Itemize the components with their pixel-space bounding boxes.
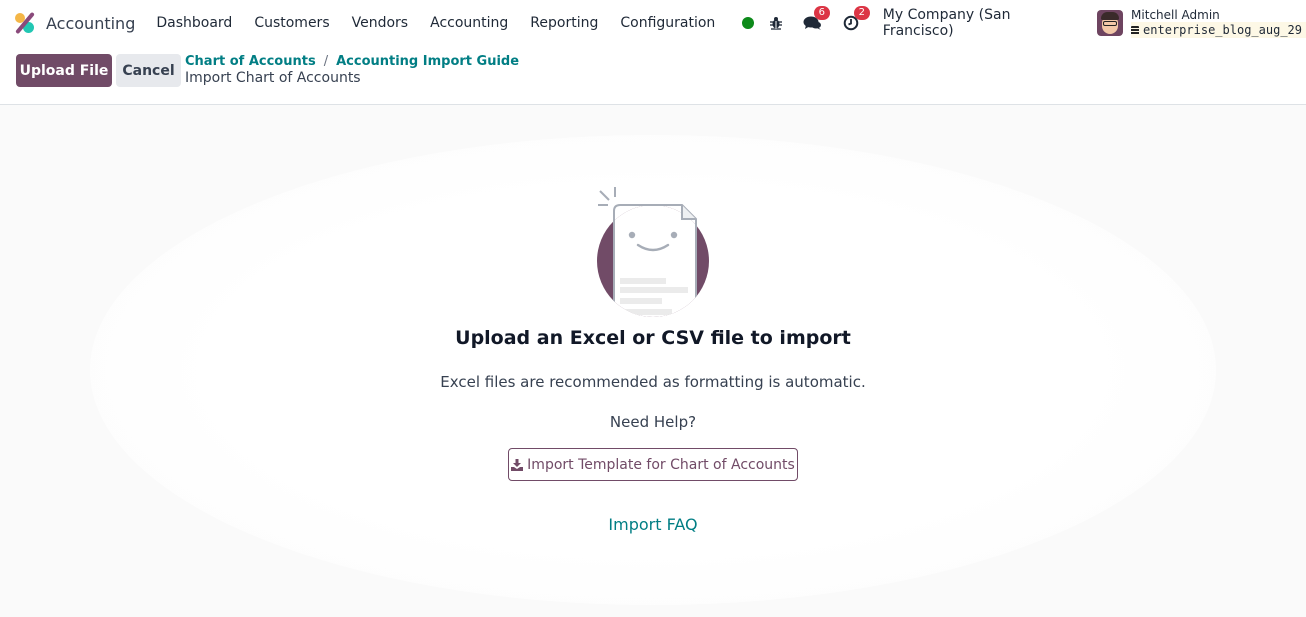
control-panel: Upload File Cancel Chart of Accounts / A… xyxy=(0,46,1306,105)
download-icon xyxy=(511,458,524,471)
messages-button[interactable]: 6 xyxy=(803,6,830,31)
page-title: Import Chart of Accounts xyxy=(185,70,361,86)
online-status-icon[interactable] xyxy=(742,17,754,29)
app-name[interactable]: Accounting xyxy=(46,14,135,33)
import-template-button[interactable]: Import Template for Chart of Accounts xyxy=(508,448,798,481)
import-template-label: Import Template for Chart of Accounts xyxy=(527,456,795,473)
upload-file-button[interactable]: Upload File xyxy=(16,54,112,87)
cancel-button[interactable]: Cancel xyxy=(116,54,181,87)
import-faq-link[interactable]: Import FAQ xyxy=(608,515,697,534)
menu-customers[interactable]: Customers xyxy=(243,15,340,31)
smiling-document-illustration xyxy=(597,187,709,317)
activities-badge: 2 xyxy=(853,6,870,20)
bug-icon xyxy=(769,17,782,30)
help-label: Need Help? xyxy=(609,413,697,431)
breadcrumb-import-guide[interactable]: Accounting Import Guide xyxy=(336,54,519,70)
database-label: enterprise_blog_aug_29 xyxy=(1143,23,1302,37)
breadcrumb-chart-of-accounts[interactable]: Chart of Accounts xyxy=(185,54,316,70)
user-name: Mitchell Admin xyxy=(1131,8,1220,22)
breadcrumb: Chart of Accounts / Accounting Import Gu… xyxy=(185,54,519,86)
messages-badge: 6 xyxy=(813,6,830,20)
menu-configuration[interactable]: Configuration xyxy=(609,15,726,31)
systray: 6 2 My Company (San Francisco) Mitchell … xyxy=(740,0,1306,46)
upload-hint: Excel files are recommended as formattin… xyxy=(440,373,866,391)
breadcrumb-separator: / xyxy=(323,54,329,69)
company-switcher[interactable]: My Company (San Francisco) xyxy=(883,7,1082,39)
menu-vendors[interactable]: Vendors xyxy=(341,15,419,31)
app-brand[interactable]: Accounting xyxy=(14,11,145,35)
debug-button[interactable] xyxy=(769,16,783,30)
main-menu: Dashboard Customers Vendors Accounting R… xyxy=(145,15,726,31)
menu-reporting[interactable]: Reporting xyxy=(519,15,609,31)
user-menu[interactable]: Mitchell Admin enterprise_blog_aug_29 xyxy=(1097,8,1306,38)
database-icon xyxy=(1131,25,1140,35)
menu-dashboard[interactable]: Dashboard xyxy=(145,15,243,31)
top-navbar: Accounting Dashboard Customers Vendors A… xyxy=(0,0,1306,46)
activities-button[interactable]: 2 xyxy=(843,6,870,31)
menu-accounting[interactable]: Accounting xyxy=(419,15,519,31)
upload-heading: Upload an Excel or CSV file to import xyxy=(455,327,851,349)
import-dropzone[interactable]: Upload an Excel or CSV file to import Ex… xyxy=(0,105,1306,617)
app-logo-icon xyxy=(14,11,36,35)
database-name: enterprise_blog_aug_29 xyxy=(1131,22,1306,38)
user-avatar[interactable] xyxy=(1097,10,1124,36)
